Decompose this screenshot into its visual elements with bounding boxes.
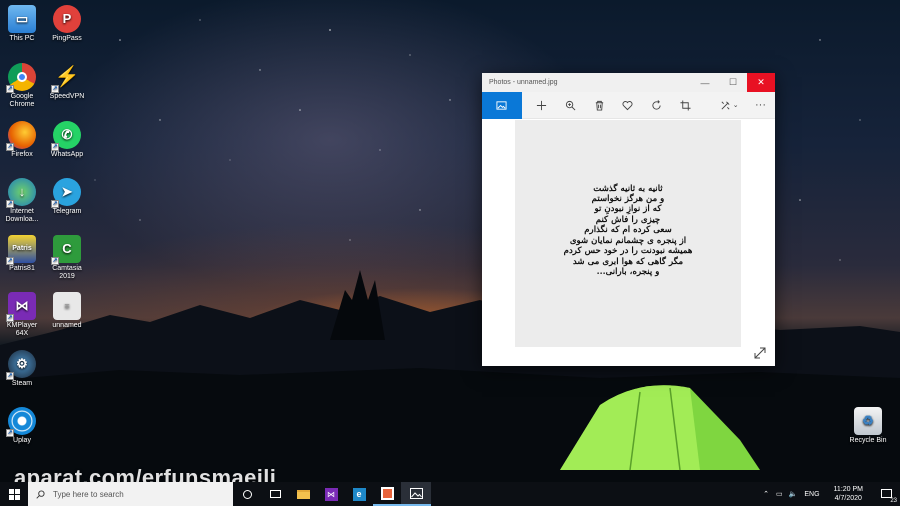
edit-create-icon[interactable]: ⌄ xyxy=(712,92,746,119)
cortana-icon[interactable] xyxy=(233,482,261,506)
favorite-icon[interactable] xyxy=(614,92,643,119)
delete-icon[interactable] xyxy=(585,92,614,119)
more-icon[interactable]: ··· xyxy=(746,92,775,119)
desktop-icon-kmplayer[interactable]: ⋈ ↗ KMPlayer 64X xyxy=(0,292,44,338)
speedvpn-icon: ⚡ ↗ xyxy=(51,66,80,93)
fullscreen-icon[interactable] xyxy=(754,347,766,359)
poem-line: ثانیه به ثانیه گذشت xyxy=(593,183,663,194)
desktop-icon-firefox[interactable]: ↗ Firefox xyxy=(0,121,44,159)
photos-toolbar: ⌄ ··· xyxy=(482,91,775,119)
image-icon[interactable] xyxy=(482,91,522,119)
camtasia-icon: C ↗ xyxy=(51,235,81,265)
maximize-button[interactable]: ☐ xyxy=(719,73,747,92)
crop-icon[interactable] xyxy=(671,92,700,119)
notification-center-icon[interactable]: 23 xyxy=(873,488,900,504)
taskbar-search-box[interactable]: Type here to search xyxy=(28,482,233,506)
desktop-icon-unnamed[interactable]: ≡ unnamed xyxy=(45,292,89,330)
desktop-icon-camtasia[interactable]: C ↗ Camtasia 2019 xyxy=(45,235,89,281)
search-placeholder: Type here to search xyxy=(53,489,124,499)
image-file-icon: ≡ xyxy=(53,292,81,320)
desktop-icon-label: Steam xyxy=(11,380,33,387)
system-tray: ⌃ ▭ 🔈 ENG 11:20 PM 4/7/2020 23 xyxy=(759,482,900,506)
poem-line: مگر گاهی که هوا ابری می شد xyxy=(572,256,684,267)
firefox-icon: ↗ xyxy=(6,121,36,151)
desktop-icon-label: Firefox xyxy=(11,151,33,158)
camtasia-taskbar-icon[interactable] xyxy=(373,482,401,506)
desktop-icon-label: This PC xyxy=(9,35,35,42)
pingpass-icon: P xyxy=(53,5,81,33)
poem-line: از پنجره ی چشمانم نمایان شوی xyxy=(569,235,687,246)
clock-time: 11:20 PM xyxy=(833,486,863,493)
poem-line: چیزی را فاش کنم xyxy=(595,214,661,225)
photos-window: Photos - unnamed.jpg — ☐ ✕ ⌄ ··· ثانیه ب… xyxy=(482,73,775,366)
poem-line: سعی کرده ام که نگذارم xyxy=(584,225,672,236)
kmplayer-icon: ⋈ ↗ xyxy=(6,292,36,322)
desktop-icon-speedvpn[interactable]: ⚡ ↗ SpeedVPN xyxy=(45,63,89,101)
desktop-icon-uplay[interactable]: ↗ Uplay xyxy=(0,407,44,445)
desktop-icon-label: Patris81 xyxy=(9,265,35,272)
whatsapp-icon: ✆ ↗ xyxy=(51,121,81,151)
poem-line: و من هرگز نخواستم xyxy=(591,194,665,205)
desktop-icon-this-pc[interactable]: ▭ This PC xyxy=(0,5,44,43)
desktop-icon-recycle-bin[interactable]: ♻ Recycle Bin xyxy=(846,407,890,445)
minimize-button[interactable]: — xyxy=(691,73,719,92)
poem-line: و پنجره، بارانی... xyxy=(596,266,660,277)
desktop-icon-pingpass[interactable]: P PingPass xyxy=(45,5,89,43)
desktop-icon-steam[interactable]: ⚙ ↗ Steam xyxy=(0,350,44,388)
clock[interactable]: 11:20 PM 4/7/2020 xyxy=(824,485,873,503)
file-explorer-icon[interactable] xyxy=(289,482,317,506)
internet-download-manager-icon: ↓ ↗ xyxy=(6,178,36,208)
desktop-icon-label: KMPlayer 64X xyxy=(6,322,38,337)
clock-date: 4/7/2020 xyxy=(834,495,862,502)
photos-taskbar-icon[interactable] xyxy=(401,482,431,506)
desktop-icon-label: PingPass xyxy=(52,35,82,42)
desktop-icon-label: Google Chrome xyxy=(9,93,35,108)
rotate-icon[interactable] xyxy=(642,92,671,119)
add-icon[interactable] xyxy=(527,92,556,119)
desktop-icon-telegram[interactable]: ➤ ↗ Telegram xyxy=(45,178,89,216)
close-button[interactable]: ✕ xyxy=(747,73,775,92)
desktop-icon-whatsapp[interactable]: ✆ ↗ WhatsApp xyxy=(45,121,89,159)
poem-text: ثانیه به ثانیه گذشت و من هرگز نخواستم که ا… xyxy=(564,184,693,278)
window-title: Photos - unnamed.jpg xyxy=(489,79,558,86)
desktop-icon-google-chrome[interactable]: ↗ Google Chrome xyxy=(0,63,44,109)
poem-line: که از نوازِ نبودنِ تو xyxy=(594,204,662,215)
desktop-icon-patris81[interactable]: Patris ↗ Patris81 xyxy=(0,235,44,273)
chevron-down-icon: ⌄ xyxy=(732,102,739,109)
edge-icon[interactable]: e xyxy=(345,482,373,506)
steam-icon: ⚙ ↗ xyxy=(6,350,36,380)
network-icon[interactable]: ▭ xyxy=(773,490,786,498)
poem-line: همیشه نبودنت را در خود حس کردم xyxy=(563,246,693,257)
desktop-icon-label: Uplay xyxy=(13,437,31,444)
chrome-icon: ↗ xyxy=(6,63,36,93)
desktop-icon-label: SpeedVPN xyxy=(49,93,85,100)
patris81-icon: Patris ↗ xyxy=(6,235,36,265)
recycle-bin-icon: ♻ xyxy=(854,407,882,435)
telegram-icon: ➤ ↗ xyxy=(51,178,81,208)
photo-viewer-canvas[interactable]: ثانیه به ثانیه گذشت و من هرگز نخواستم که ا… xyxy=(482,119,775,366)
language-indicator[interactable]: ENG xyxy=(800,491,823,498)
desktop-icon-label: WhatsApp xyxy=(50,151,84,158)
volume-icon[interactable]: 🔈 xyxy=(786,490,801,498)
desktop-icon-label: Camtasia 2019 xyxy=(52,265,82,280)
desktop-icon-label: Recycle Bin xyxy=(849,437,887,444)
kmplayer-taskbar-icon[interactable]: ⋈ xyxy=(317,482,345,506)
taskbar: Type here to search ⋈ e ⌃ ▭ 🔈 ENG 11:20 … xyxy=(0,482,900,506)
displayed-image: ثانیه به ثانیه گذشت و من هرگز نخواستم که ا… xyxy=(515,120,741,347)
notification-count: 23 xyxy=(890,497,897,504)
desktop-icon-internet-download-manager[interactable]: ↓ ↗ Internet Downloa... xyxy=(0,178,44,224)
desktop-icon-label: Telegram xyxy=(52,208,82,215)
window-titlebar[interactable]: Photos - unnamed.jpg — ☐ ✕ xyxy=(482,73,775,92)
task-view-icon[interactable] xyxy=(261,482,289,506)
search-icon xyxy=(36,489,45,499)
start-button[interactable] xyxy=(0,482,28,506)
zoom-icon[interactable] xyxy=(556,92,585,119)
this-pc-icon: ▭ xyxy=(8,5,36,33)
uplay-icon: ↗ xyxy=(6,407,36,437)
chevron-up-icon[interactable]: ⌃ xyxy=(759,490,773,498)
windows-logo-icon xyxy=(8,488,20,500)
desktop-icon-label: unnamed xyxy=(52,322,82,329)
desktop-icon-label: Internet Downloa... xyxy=(5,208,39,223)
